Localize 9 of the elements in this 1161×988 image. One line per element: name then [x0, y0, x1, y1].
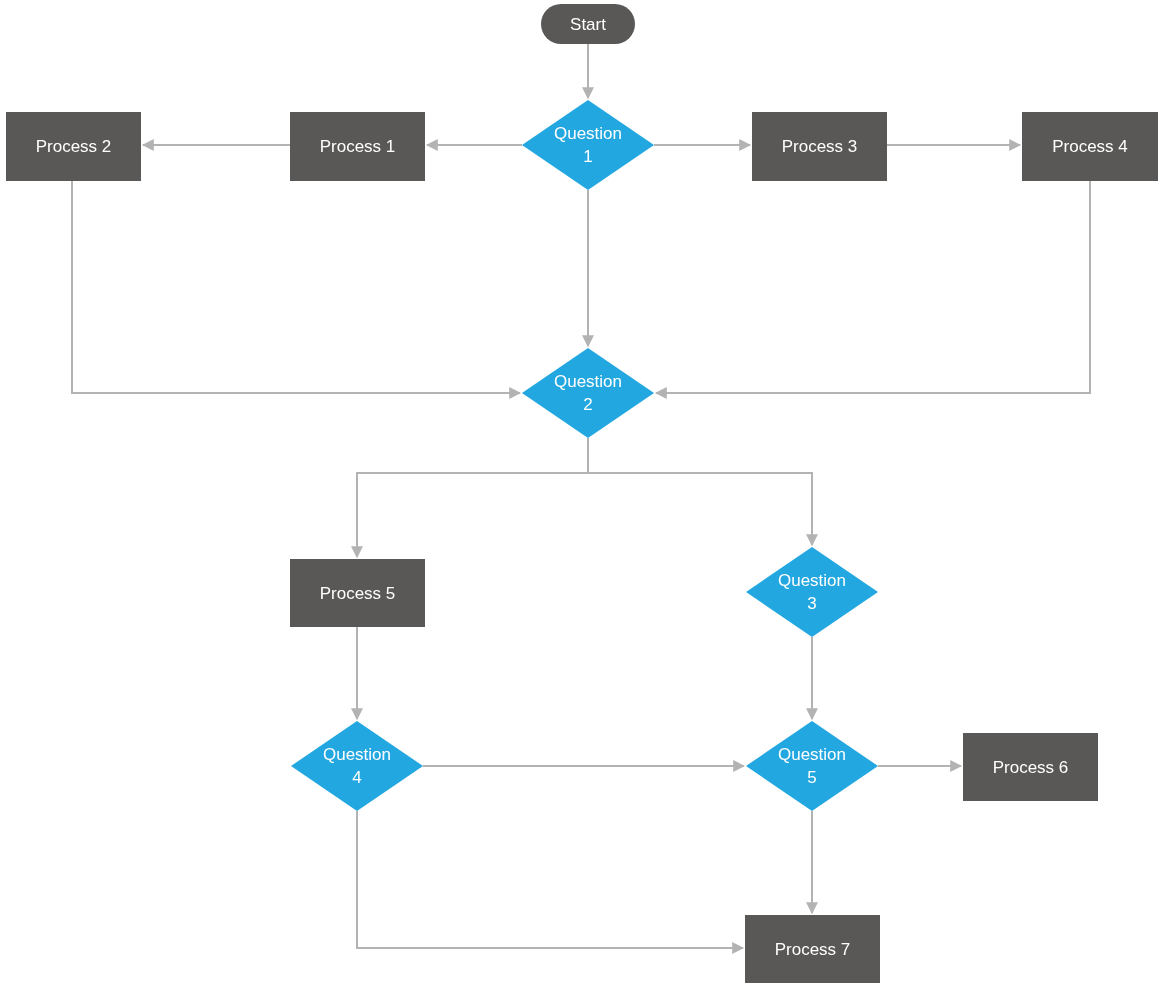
- process-step: Process 5: [290, 559, 425, 627]
- process-step: Process 7: [745, 915, 880, 983]
- process-step: Process 6: [963, 733, 1098, 801]
- process-step: Process 2: [6, 112, 141, 181]
- process-step: Process 1: [290, 112, 425, 181]
- process-step: Process 3: [752, 112, 887, 181]
- process-step: Process 4: [1022, 112, 1158, 181]
- start-terminal: Start: [541, 4, 635, 44]
- connector-arrow: [582, 43, 594, 100]
